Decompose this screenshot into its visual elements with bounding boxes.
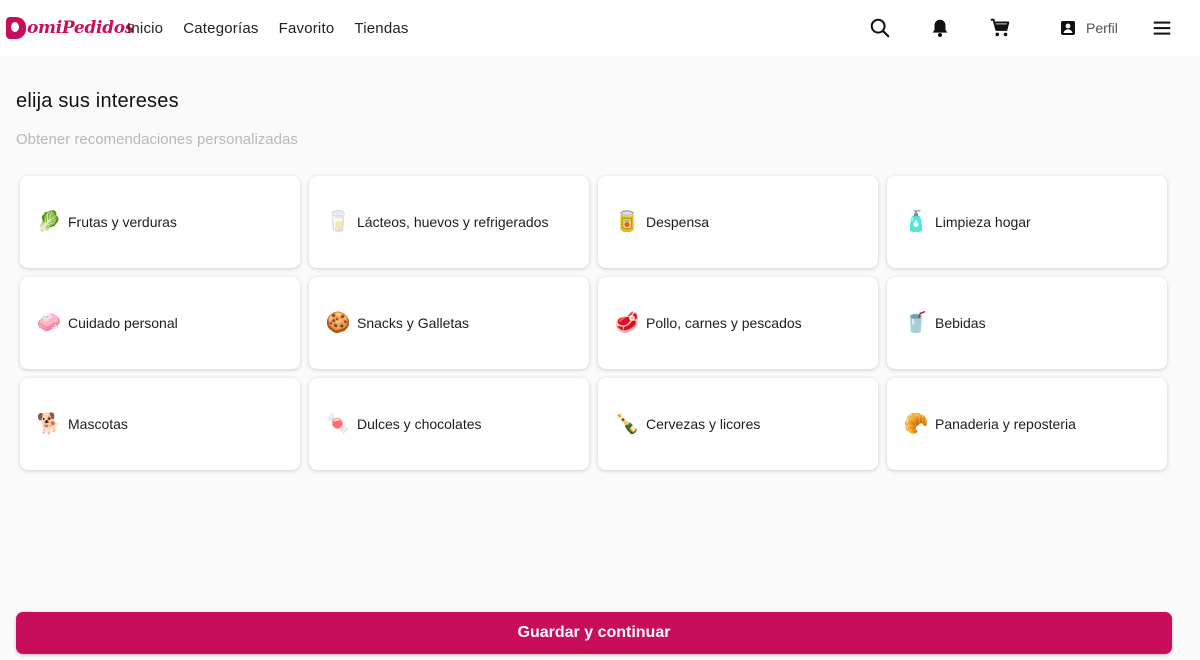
cart-icon[interactable]: [988, 16, 1012, 40]
meat-icon: 🥩: [614, 312, 640, 334]
main-nav: Inicio Categorías Favorito Tiendas: [127, 0, 409, 56]
category-card-frutas-verduras[interactable]: 🥬 Frutas y verduras: [20, 176, 300, 268]
logo-mark-icon: [6, 17, 26, 39]
category-label: Mascotas: [68, 416, 128, 432]
bakery-icon: 🥐: [903, 413, 929, 435]
category-label: Despensa: [646, 214, 710, 230]
menu-icon[interactable]: [1150, 16, 1174, 40]
interests-grid: 🥬 Frutas y verduras 🥛 Lácteos, huevos y …: [20, 176, 1167, 470]
liquor-icon: 🍾: [614, 413, 640, 435]
candy-icon: 🍬: [325, 413, 351, 435]
page-title: elija sus intereses: [16, 90, 179, 112]
category-label: Cuidado personal: [68, 315, 178, 331]
cleaning-icon: 🧴: [903, 211, 929, 233]
category-card-panaderia[interactable]: 🥐 Panaderia y reposteria: [887, 378, 1167, 470]
top-bar: omiPedidos Inicio Categorías Favorito Ti…: [0, 0, 1200, 56]
category-label: Snacks y Galletas: [357, 315, 470, 331]
profile-icon: [1060, 20, 1076, 36]
category-label: Frutas y verduras: [68, 214, 177, 230]
pets-icon: 🐕: [36, 413, 62, 435]
dairy-icon: 🥛: [325, 211, 351, 233]
search-icon[interactable]: [868, 16, 892, 40]
bell-icon[interactable]: [928, 16, 952, 40]
category-label: Bebidas: [935, 315, 986, 331]
category-card-bebidas[interactable]: 🥤 Bebidas: [887, 277, 1167, 369]
category-card-lacteos[interactable]: 🥛 Lácteos, huevos y refrigerados: [309, 176, 589, 268]
nav-categorias[interactable]: Categorías: [183, 20, 258, 37]
nav-tiendas[interactable]: Tiendas: [354, 20, 408, 37]
nav-favorito[interactable]: Favorito: [279, 20, 335, 37]
category-card-limpieza-hogar[interactable]: 🧴 Limpieza hogar: [887, 176, 1167, 268]
category-label: Lácteos, huevos y refrigerados: [357, 214, 549, 230]
category-label: Limpieza hogar: [935, 214, 1031, 230]
logo-text: omiPedidos: [27, 18, 135, 38]
page-subtitle: Obtener recomendaciones personalizadas: [16, 131, 298, 148]
produce-icon: 🥬: [36, 211, 62, 233]
nav-inicio[interactable]: Inicio: [127, 20, 163, 37]
snacks-icon: 🍪: [325, 312, 351, 334]
category-label: Dulces y chocolates: [357, 416, 482, 432]
category-card-snacks-galletas[interactable]: 🍪 Snacks y Galletas: [309, 277, 589, 369]
category-card-dulces-chocolates[interactable]: 🍬 Dulces y chocolates: [309, 378, 589, 470]
category-label: Cervezas y licores: [646, 416, 761, 432]
drinks-icon: 🥤: [903, 312, 929, 334]
save-continue-button[interactable]: Guardar y continuar: [16, 612, 1172, 654]
domipedidos-logo[interactable]: omiPedidos: [6, 14, 134, 42]
category-label: Pollo, carnes y pescados: [646, 315, 802, 331]
category-card-despensa[interactable]: 🥫 Despensa: [598, 176, 878, 268]
category-card-pollo-carnes[interactable]: 🥩 Pollo, carnes y pescados: [598, 277, 878, 369]
category-card-cervezas-licores[interactable]: 🍾 Cervezas y licores: [598, 378, 878, 470]
profile-label: Perfil: [1086, 20, 1118, 36]
personal-care-icon: 🧼: [36, 312, 62, 334]
category-card-mascotas[interactable]: 🐕 Mascotas: [20, 378, 300, 470]
pantry-icon: 🥫: [614, 211, 640, 233]
category-card-cuidado-personal[interactable]: 🧼 Cuidado personal: [20, 277, 300, 369]
category-label: Panaderia y reposteria: [935, 416, 1076, 432]
profile-button[interactable]: Perfil: [1060, 16, 1118, 40]
